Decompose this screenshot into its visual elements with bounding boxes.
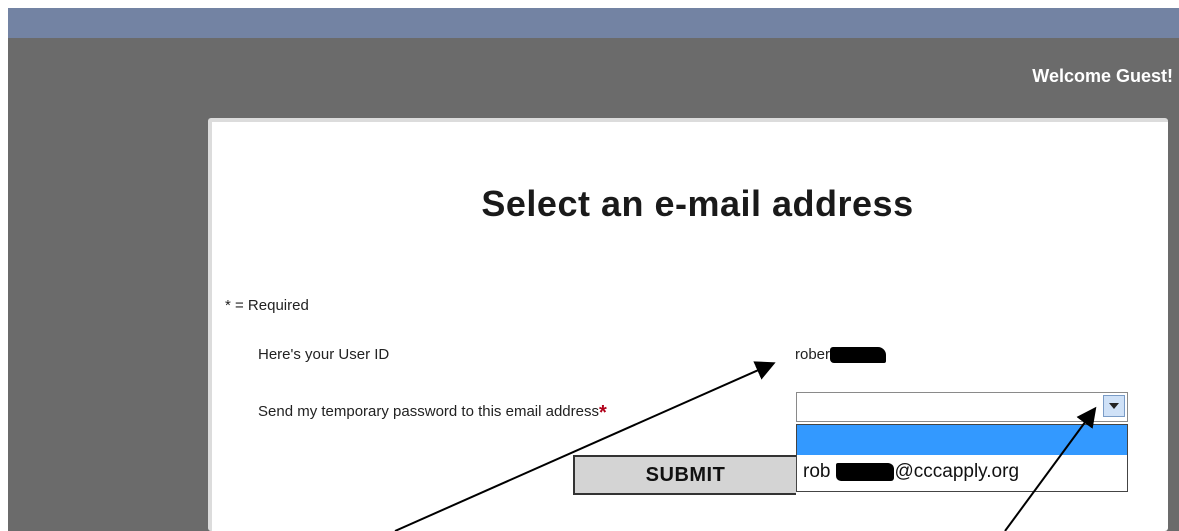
annotation-arrows	[394, 361, 1097, 531]
annotation-arrow-user-id	[394, 361, 776, 531]
annotation-arrow-dropdown	[1004, 406, 1097, 531]
